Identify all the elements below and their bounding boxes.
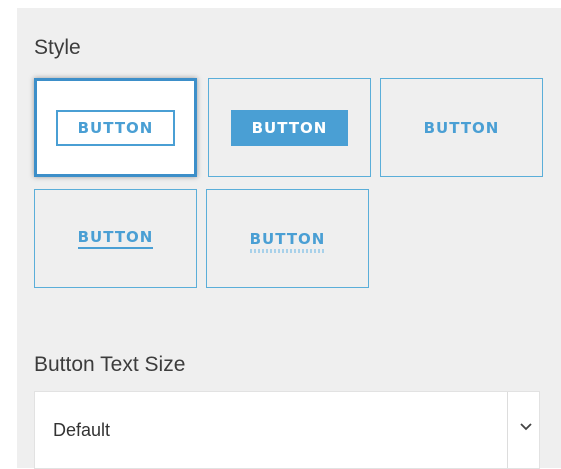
- select-divider: [507, 392, 508, 468]
- style-option-filled[interactable]: BUTTON: [208, 78, 371, 177]
- style-option-label: BUTTON: [55, 109, 176, 146]
- style-option-underline[interactable]: BUTTON: [34, 189, 197, 288]
- style-option-text[interactable]: BUTTON: [380, 78, 543, 177]
- button-text-size-select[interactable]: Default: [34, 391, 540, 469]
- style-option-dotted-underline[interactable]: BUTTON: [206, 189, 369, 288]
- style-option-label: BUTTON: [77, 228, 154, 249]
- style-heading: Style: [34, 36, 81, 59]
- chevron-down-icon[interactable]: [519, 420, 533, 434]
- style-option-label: BUTTON: [230, 109, 349, 146]
- style-option-label: BUTTON: [249, 230, 326, 253]
- style-option-outline[interactable]: BUTTON: [34, 78, 197, 177]
- button-text-size-heading: Button Text Size: [34, 353, 186, 376]
- style-option-label: BUTTON: [423, 118, 500, 137]
- select-value: Default: [53, 420, 111, 440]
- dotted-underline: [249, 248, 326, 253]
